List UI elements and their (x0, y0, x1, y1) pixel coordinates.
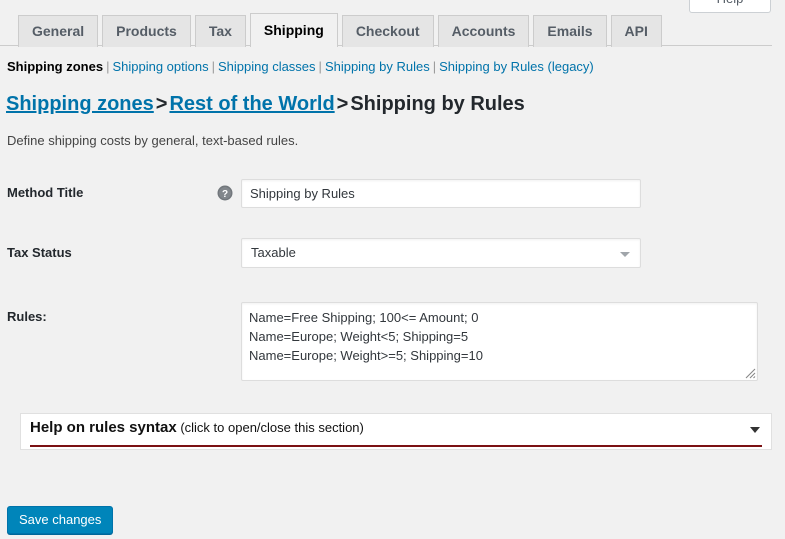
tax-status-select[interactable]: Taxable (241, 238, 641, 268)
tab-checkout[interactable]: Checkout (342, 15, 434, 47)
svg-text:?: ? (222, 189, 228, 200)
tab-list: GeneralProductsTaxShippingCheckoutAccoun… (18, 13, 666, 47)
save-changes-button[interactable]: Save changes (7, 506, 113, 534)
method-title-input[interactable] (241, 179, 641, 208)
subnav-item-shipping-by-rules[interactable]: Shipping by Rules (325, 59, 430, 74)
rules-syntax-help-title: Help on rules syntax (30, 419, 177, 436)
subnav-item-shipping-options[interactable]: Shipping options (112, 59, 208, 74)
tab-api[interactable]: API (611, 15, 662, 47)
breadcrumb-separator-2: > (335, 93, 351, 115)
breadcrumb-link-shipping-zones[interactable]: Shipping zones (6, 93, 154, 115)
tab-general[interactable]: General (18, 15, 98, 47)
breadcrumb: Shipping zones>Rest of the World>Shippin… (6, 92, 525, 116)
rules-syntax-help-hint: (click to open/close this section) (177, 420, 364, 435)
tax-status-label: Tax Status (7, 244, 72, 262)
subnav-item-shipping-classes[interactable]: Shipping classes (218, 59, 316, 74)
subnav-item-shipping-by-rules-legacy[interactable]: Shipping by Rules (legacy) (439, 59, 594, 74)
shipping-subnav: Shipping zones|Shipping options|Shipping… (7, 58, 594, 76)
rules-textarea-value: Name=Free Shipping; 100<= Amount; 0 Name… (249, 308, 483, 365)
rules-syntax-help-header: Help on rules syntax (click to open/clos… (30, 419, 762, 447)
page-title: Shipping by Rules (350, 93, 524, 115)
rules-label: Rules: (7, 308, 47, 326)
rules-syntax-help-accordion[interactable]: Help on rules syntax (click to open/clos… (20, 413, 772, 450)
subnav-separator: | (209, 59, 218, 74)
tax-status-value: Taxable (251, 245, 296, 260)
rules-textarea[interactable]: Name=Free Shipping; 100<= Amount; 0 Name… (241, 302, 758, 381)
chevron-down-icon (620, 252, 630, 257)
method-title-label: Method Title (7, 184, 83, 202)
help-circle-icon[interactable]: ? (217, 185, 233, 201)
subnav-item-shipping-zones: Shipping zones (7, 59, 103, 74)
breadcrumb-separator-1: > (154, 93, 170, 115)
breadcrumb-link-rest-of-the-world[interactable]: Rest of the World (169, 93, 334, 115)
subnav-separator: | (430, 59, 439, 74)
tab-shipping[interactable]: Shipping (250, 13, 338, 47)
subnav-separator: | (316, 59, 325, 74)
tab-tax[interactable]: Tax (195, 15, 246, 47)
resize-handle-icon[interactable] (742, 365, 756, 379)
tab-products[interactable]: Products (102, 15, 191, 47)
settings-tab-bar: GeneralProductsTaxShippingCheckoutAccoun… (0, 0, 785, 47)
tab-emails[interactable]: Emails (533, 15, 606, 47)
chevron-down-icon[interactable] (750, 427, 760, 433)
page-description: Define shipping costs by general, text-b… (7, 132, 298, 150)
tab-accounts[interactable]: Accounts (438, 15, 530, 47)
